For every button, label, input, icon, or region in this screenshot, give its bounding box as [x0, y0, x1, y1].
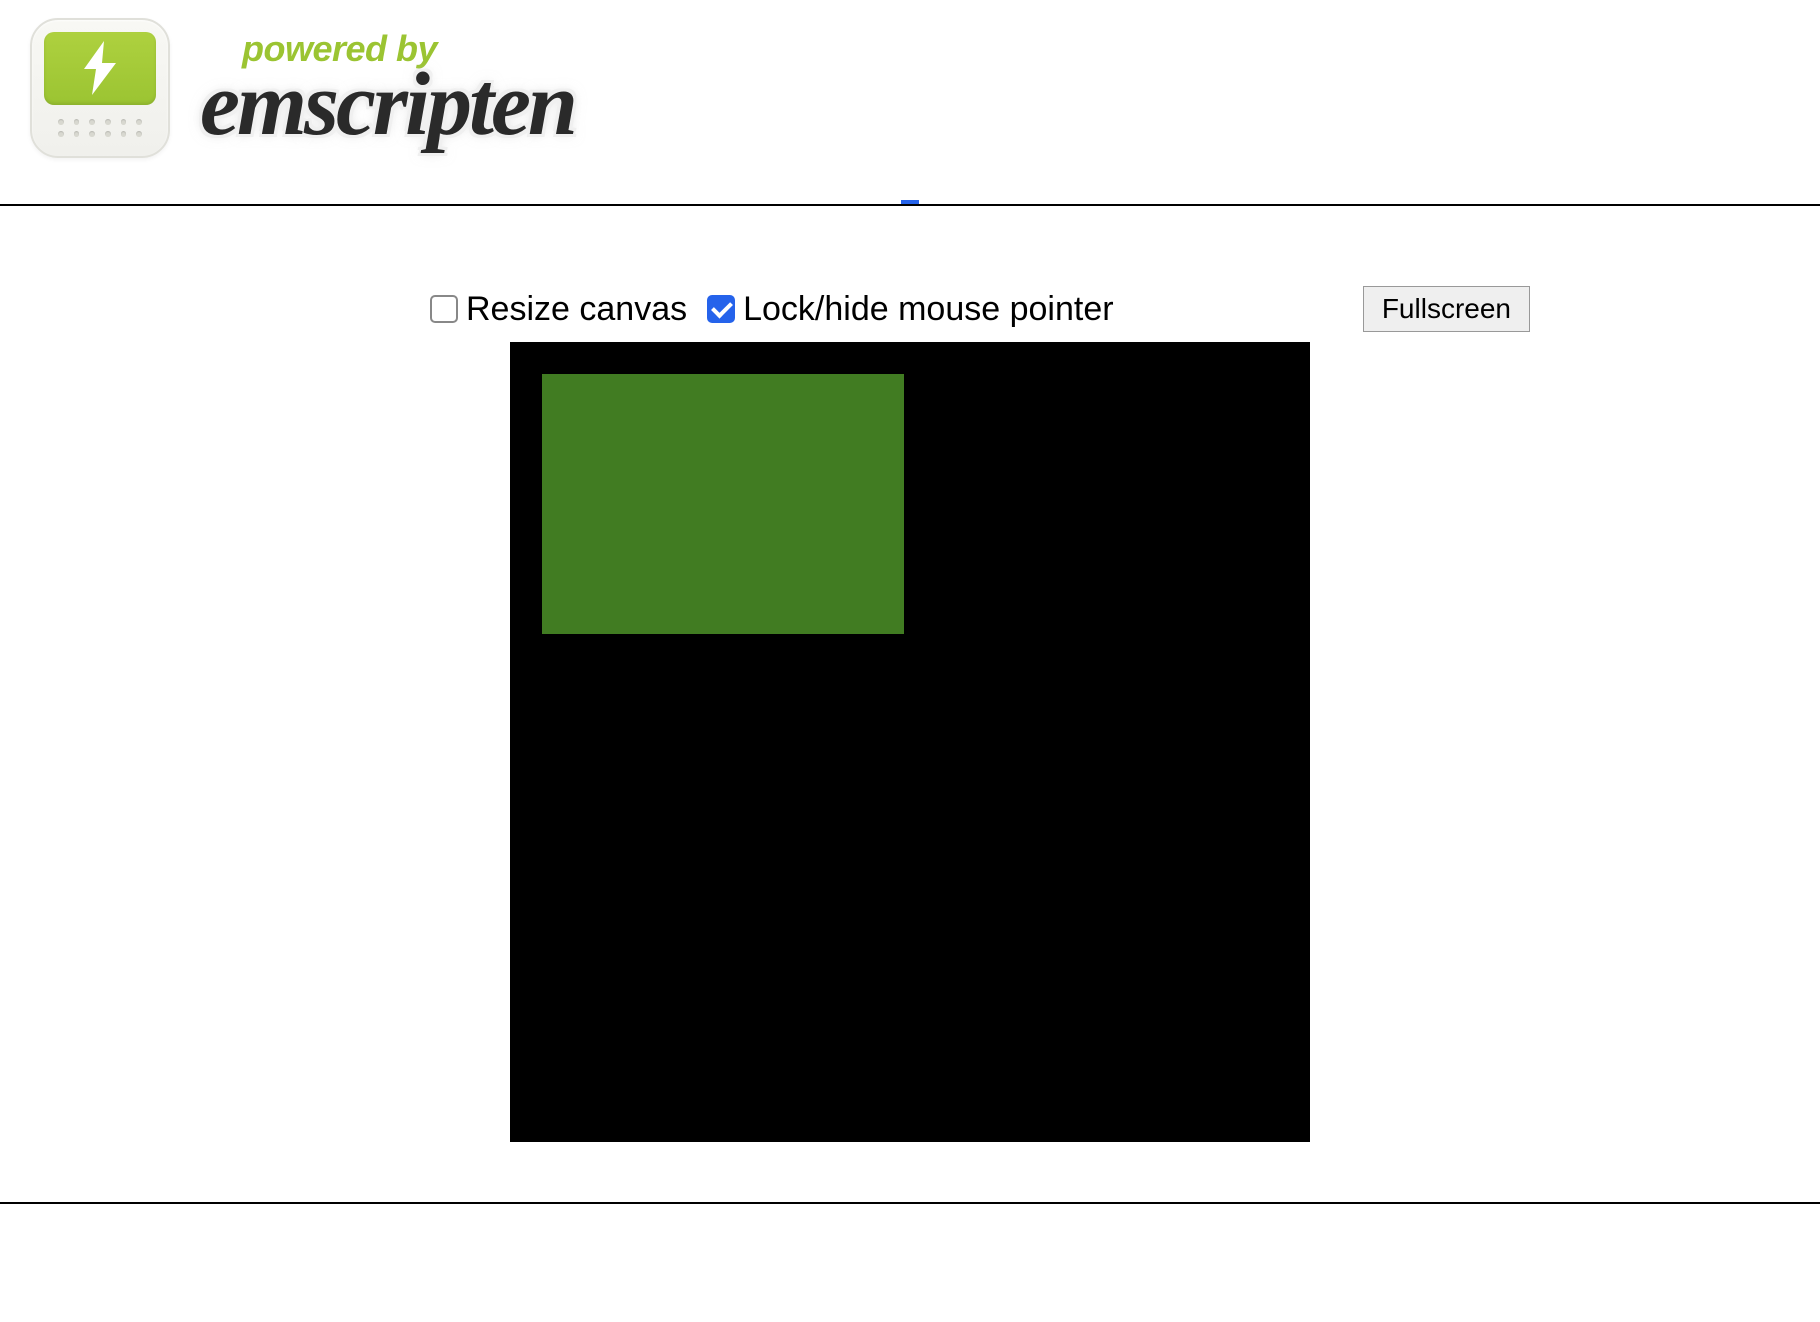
header-divider [0, 176, 1820, 206]
lightning-bolt-icon [78, 39, 122, 97]
logo-text-block: powered by emscripten [200, 28, 575, 148]
controls-row: Resize canvas Lock/hide mouse pointer Fu… [0, 286, 1820, 332]
resize-canvas-checkbox[interactable] [430, 295, 458, 323]
lock-pointer-group[interactable]: Lock/hide mouse pointer [707, 290, 1113, 329]
brand-name: emscripten [200, 62, 575, 148]
fullscreen-button[interactable]: Fullscreen [1363, 286, 1530, 332]
logo-green-panel [44, 32, 156, 105]
progress-indicator [901, 200, 919, 204]
lock-pointer-label: Lock/hide mouse pointer [743, 290, 1113, 329]
canvas-green-rectangle [542, 374, 904, 634]
resize-canvas-label: Resize canvas [466, 290, 687, 329]
header: powered by emscripten [0, 0, 1820, 176]
emscripten-logo-icon [30, 18, 170, 158]
canvas[interactable] [510, 342, 1310, 1142]
resize-canvas-group[interactable]: Resize canvas [430, 290, 687, 329]
logo-keyboard-dots [44, 105, 156, 144]
lock-pointer-checkbox[interactable] [707, 295, 735, 323]
main-content: Resize canvas Lock/hide mouse pointer Fu… [0, 206, 1820, 1142]
footer-divider [0, 1202, 1820, 1204]
